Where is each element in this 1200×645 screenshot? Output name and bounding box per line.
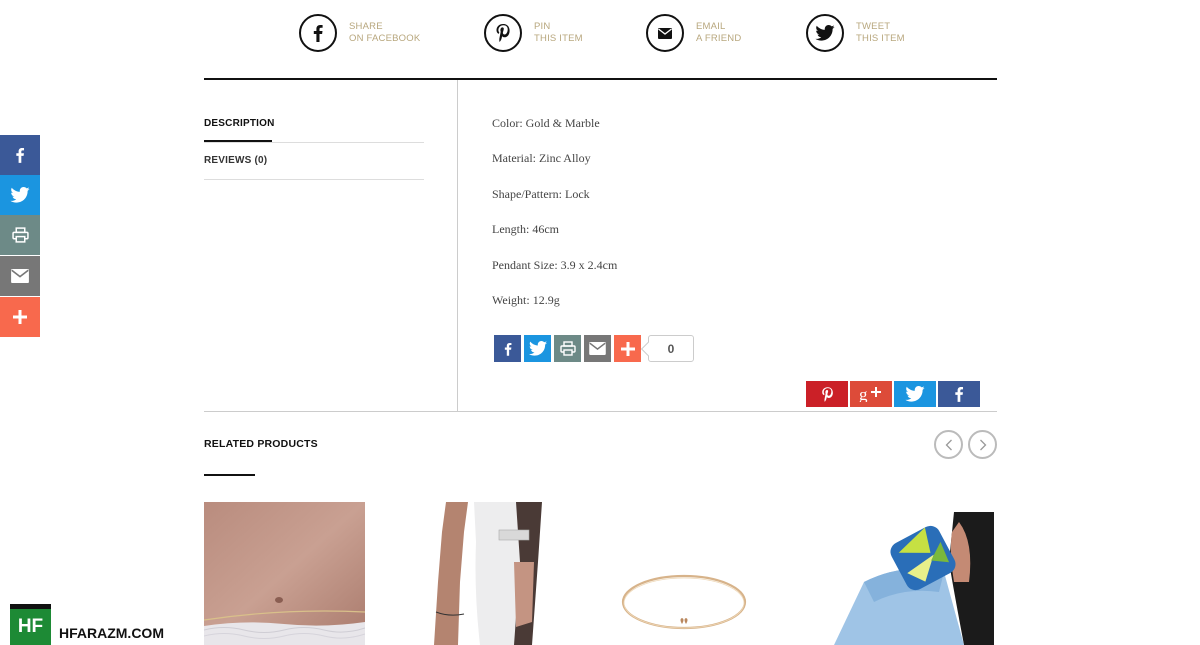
twitter-icon — [806, 14, 844, 52]
twitter-icon — [905, 386, 925, 402]
share-facebook-button[interactable] — [494, 335, 521, 362]
tweet-item-line2: THIS ITEM — [856, 33, 905, 44]
side-share-twitter[interactable] — [0, 175, 40, 215]
section-bottom-divider — [204, 411, 997, 412]
envelope-icon — [646, 14, 684, 52]
product-image-arm-cuff[interactable] — [404, 502, 565, 645]
carousel-next-button[interactable] — [968, 430, 997, 459]
pinterest-button[interactable] — [806, 381, 848, 407]
svg-text:g: g — [859, 386, 868, 402]
share-count: 0 — [648, 335, 694, 362]
share-twitter-button[interactable] — [524, 335, 551, 362]
watermark-text: HFARAZM.COM — [59, 625, 164, 641]
spec-material: Material: Zinc Alloy — [492, 151, 591, 165]
side-share-print[interactable] — [0, 215, 40, 255]
side-share-more[interactable] — [0, 297, 40, 337]
related-title-underline — [204, 474, 255, 476]
carousel-prev-button[interactable] — [934, 430, 963, 459]
spec-pendant-size: Pendant Size: 3.9 x 2.4cm — [492, 258, 618, 272]
share-more-button[interactable] — [614, 335, 641, 362]
email-friend-link[interactable]: EMAIL A FRIEND — [646, 14, 741, 52]
share-facebook-link[interactable]: SHARE ON FACEBOOK — [299, 14, 420, 52]
facebook-icon — [299, 14, 337, 52]
pinterest-icon — [484, 14, 522, 52]
facebook-icon — [16, 148, 25, 163]
spec-color: Color: Gold & Marble — [492, 116, 600, 130]
share-facebook-line2: ON FACEBOOK — [349, 33, 421, 44]
pin-item-line2: THIS ITEM — [534, 33, 583, 44]
pin-item-link[interactable]: PIN THIS ITEM — [484, 14, 583, 52]
facebook-icon — [504, 342, 511, 356]
share-print-button[interactable] — [554, 335, 581, 362]
plus-icon — [620, 341, 635, 356]
tab-reviews[interactable]: REVIEWS (0) — [204, 155, 424, 166]
pin-item-line1: PIN — [534, 21, 551, 32]
spec-length: Length: 46cm — [492, 222, 559, 236]
print-icon — [11, 227, 29, 243]
side-share-email[interactable] — [0, 256, 40, 296]
facebook-button[interactable] — [938, 381, 980, 407]
section-top-divider — [204, 78, 997, 80]
email-friend-line1: EMAIL — [696, 21, 726, 32]
spec-weight: Weight: 12.9g — [492, 293, 560, 307]
share-email-button[interactable] — [584, 335, 611, 362]
column-divider — [457, 80, 458, 412]
related-products-title: RELATED PRODUCTS — [204, 438, 318, 450]
product-image-fabric-cuff[interactable] — [804, 502, 997, 645]
plus-icon — [13, 310, 27, 324]
tab-divider — [204, 142, 424, 143]
tweet-item-line1: TWEET — [856, 21, 891, 32]
product-image-belly-chain[interactable] — [204, 502, 365, 645]
product-image-heart-bangle[interactable] — [604, 502, 765, 645]
tweet-item-link[interactable]: TWEET THIS ITEM — [806, 14, 905, 52]
pinterest-icon — [821, 386, 833, 402]
email-icon — [11, 269, 29, 283]
googleplus-button[interactable]: g — [850, 381, 892, 407]
email-friend-line2: A FRIEND — [696, 33, 742, 44]
side-share-facebook[interactable] — [0, 135, 40, 175]
watermark-logo: HF — [10, 604, 51, 645]
tab-description[interactable]: DESCRIPTION — [204, 118, 424, 129]
email-icon — [589, 342, 606, 355]
google-plus-icon: g — [859, 386, 881, 402]
spec-shape: Shape/Pattern: Lock — [492, 187, 590, 201]
twitter-button[interactable] — [894, 381, 936, 407]
print-icon — [559, 341, 576, 356]
chevron-left-icon — [945, 439, 952, 450]
twitter-icon — [528, 341, 547, 356]
chevron-right-icon — [979, 439, 986, 450]
facebook-icon — [955, 387, 964, 402]
twitter-icon — [10, 187, 30, 203]
share-facebook-line1: SHARE — [349, 21, 383, 32]
tab-divider — [204, 179, 424, 180]
